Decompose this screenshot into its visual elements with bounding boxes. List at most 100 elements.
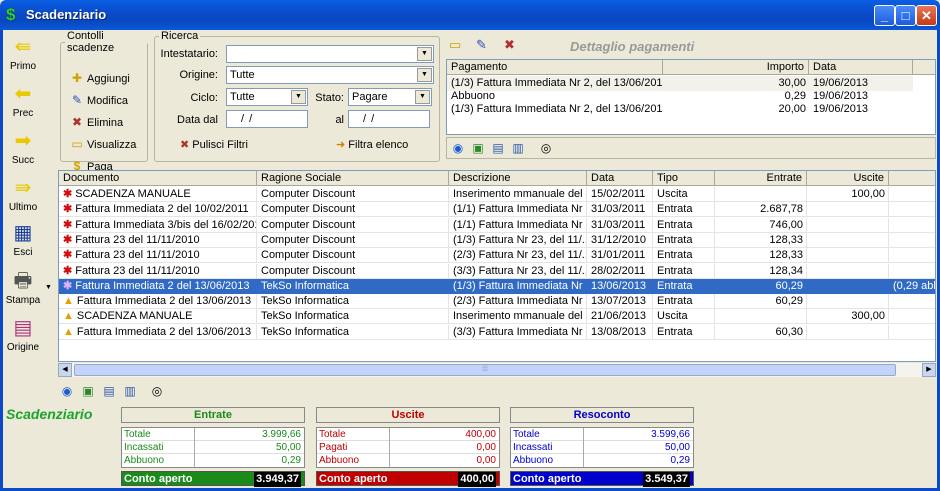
table-row[interactable]: ✱ Fattura Immediata 2 del 10/02/2011 Compu… <box>59 202 935 218</box>
bug-red-icon: ✱ <box>63 203 73 216</box>
abbuono-value: 0,29 <box>670 455 690 466</box>
ciclo-combo[interactable]: Tutte ▼ <box>226 88 308 106</box>
importo-cell: 20,00 <box>778 103 806 115</box>
excel-icon[interactable]: ▣ <box>469 140 487 157</box>
bug-red-icon: ✱ <box>63 218 73 231</box>
table-row[interactable]: ✱ Fattura Immediata 3/bis del 16/02/2011 C… <box>59 217 935 233</box>
table-row[interactable]: (1/3) Fattura Immediata Nr 2, del 13/06/… <box>447 102 935 117</box>
ciclo-label: Ciclo: <box>190 92 218 104</box>
incassati-value: 50,00 <box>664 442 690 453</box>
document-icon[interactable]: ▤ <box>100 383 118 400</box>
table-row[interactable]: ▲ Fattura Immediata 2 del 13/06/2013 TekSo… <box>59 294 935 310</box>
documento-cell: ▲ SCADENZA MANUALE <box>59 309 257 325</box>
table-row[interactable]: ✱ Fattura Immediata 2 del 13/06/2013 TekSo… <box>59 278 935 294</box>
pagati-value: 0,00 <box>476 442 496 453</box>
origine-combo[interactable]: Tutte ▼ <box>226 66 434 84</box>
succ-button[interactable]: ➡ Succ <box>3 130 43 166</box>
stampa-dropdown-icon[interactable]: ▼ <box>45 284 52 291</box>
col-header-entrate[interactable]: Entrate <box>715 171 807 186</box>
pulisci-label: Pulisci Filtri <box>192 139 248 151</box>
folder-icon[interactable]: ▭ <box>449 37 461 53</box>
prec-button[interactable]: ⬅ Prec <box>3 83 43 119</box>
col-header-documento[interactable]: Documento <box>59 171 257 186</box>
stampa-button[interactable]: 🖶 Stampa <box>3 270 43 306</box>
elimina-button[interactable]: ✖ Elimina <box>69 115 123 129</box>
totale-value: 3.999,66 <box>262 429 301 440</box>
pulisci-filtri-button[interactable]: ✖ Pulisci Filtri <box>180 138 248 151</box>
excel-icon[interactable]: ▣ <box>79 383 97 400</box>
tipo-cell: Uscita <box>653 187 715 202</box>
tipo-cell: Entrata <box>653 294 715 310</box>
filtra-elenco-button[interactable]: ➜ Filtra elenco <box>336 138 408 151</box>
table-row[interactable]: ✱ Fattura 23 del 11/11/2010 Computer Disco… <box>59 263 935 279</box>
dettaglio-pagamenti-table[interactable]: Pagamento Importo Data (1/3) Fattura Imm… <box>446 59 936 135</box>
chevron-down-icon[interactable]: ▼ <box>417 68 432 82</box>
bug-purple-icon: ✱ <box>63 279 73 292</box>
close-button[interactable]: ✕ <box>916 5 937 26</box>
col-header-pagamento[interactable]: Pagamento <box>447 60 663 75</box>
aggiungi-button[interactable]: ✚ Aggiungi <box>69 71 130 85</box>
minimize-button[interactable]: _ <box>874 5 895 26</box>
scadenziario-section-title: Scadenziario <box>6 406 93 422</box>
ultimo-button[interactable]: ⇛ Ultimo <box>3 177 43 213</box>
bug-red-icon: ✱ <box>63 188 73 200</box>
descrizione-cell: (1/3) Fattura Immediata Nr ... <box>449 278 587 294</box>
entrate-incassati-row: Incassati 50,00 <box>122 441 304 454</box>
table-row[interactable]: ▲ SCADENZA MANUALE TekSo Informatica Inseri… <box>59 309 935 325</box>
col-header-data[interactable]: Data <box>587 171 653 186</box>
scadenze-table[interactable]: Documento Ragione Sociale Descrizione Da… <box>58 170 936 362</box>
maximize-button[interactable]: □ <box>895 5 916 26</box>
data-dal-input[interactable]: / / <box>226 110 308 128</box>
ragione-sociale-cell: Computer Discount <box>257 232 449 248</box>
horizontal-scrollbar[interactable]: ◀ ⁞⁞⁞ ▶ <box>58 363 936 377</box>
uscite-cell <box>807 294 889 310</box>
table-row[interactable]: ▲ Fattura Immediata 2 del 13/06/2013 TekSo… <box>59 324 935 340</box>
exit-icon: ▦ <box>13 222 33 244</box>
abbuono-label: Abbuono <box>513 455 554 466</box>
table-row[interactable]: ✱ Fattura 23 del 11/11/2010 Computer Disco… <box>59 232 935 248</box>
delete-icon[interactable]: ✖ <box>504 37 515 53</box>
eye-icon[interactable]: ◎ <box>537 140 555 157</box>
abbuono-value: 0,00 <box>476 455 496 466</box>
table-row[interactable]: ✱ Fattura 23 del 11/11/2010 Computer Disco… <box>59 248 935 264</box>
visualizza-button[interactable]: ▭ Visualizza <box>69 137 136 151</box>
edit-icon[interactable]: ✎ <box>476 37 487 53</box>
ragione-sociale-cell: Computer Discount <box>257 202 449 218</box>
modifica-button[interactable]: ✎ Modifica <box>69 93 128 107</box>
data-al-input[interactable]: / / <box>348 110 430 128</box>
col-header-extra <box>889 171 935 186</box>
resoconto-title: Resoconto <box>510 407 694 423</box>
scroll-left-icon[interactable]: ◀ <box>58 363 72 377</box>
columns-icon[interactable]: ▥ <box>509 140 527 157</box>
columns-icon[interactable]: ▥ <box>121 383 139 400</box>
bug-red-icon: ✱ <box>63 249 73 262</box>
eye-icon[interactable]: ◎ <box>148 383 166 400</box>
incassati-label: Incassati <box>124 442 164 453</box>
bug-red-icon: ✱ <box>63 233 73 246</box>
primo-button[interactable]: ⇚ Primo <box>3 36 43 72</box>
folder-icon: ▭ <box>71 137 83 151</box>
origine-button[interactable]: ▤ Origine <box>3 317 43 353</box>
intestatario-combo[interactable]: ▼ <box>226 45 434 63</box>
documento-text: Fattura Immediata 2 del 13/06/2013 <box>75 279 250 292</box>
col-header-ragione-sociale[interactable]: Ragione Sociale <box>257 171 449 186</box>
document-icon[interactable]: ▤ <box>489 140 507 157</box>
documento-text: Fattura Immediata 2 del 13/06/2013 <box>76 325 252 338</box>
stato-combo[interactable]: Pagare ▼ <box>348 88 432 106</box>
globe-icon[interactable]: ◉ <box>58 383 76 400</box>
esci-button[interactable]: ▦ Esci <box>3 222 43 258</box>
col-header-tipo[interactable]: Tipo <box>653 171 715 186</box>
chevron-down-icon[interactable]: ▼ <box>291 90 306 104</box>
col-header-uscite[interactable]: Uscite <box>807 171 889 186</box>
chevron-down-icon[interactable]: ▼ <box>417 47 432 61</box>
col-header-data[interactable]: Data <box>809 60 913 75</box>
col-header-descrizione[interactable]: Descrizione <box>449 171 587 186</box>
globe-icon[interactable]: ◉ <box>449 140 467 157</box>
controlli-title: Contolli scadenze <box>67 30 115 54</box>
arrow-prev-icon: ⬅ <box>14 83 32 105</box>
table-row[interactable]: ✱ SCADENZA MANUALE Computer Discount Inseri… <box>59 187 935 202</box>
scroll-right-icon[interactable]: ▶ <box>922 363 936 377</box>
scroll-thumb[interactable]: ⁞⁞⁞ <box>74 364 896 376</box>
chevron-down-icon[interactable]: ▼ <box>415 90 430 104</box>
col-header-importo[interactable]: Importo <box>663 60 809 75</box>
